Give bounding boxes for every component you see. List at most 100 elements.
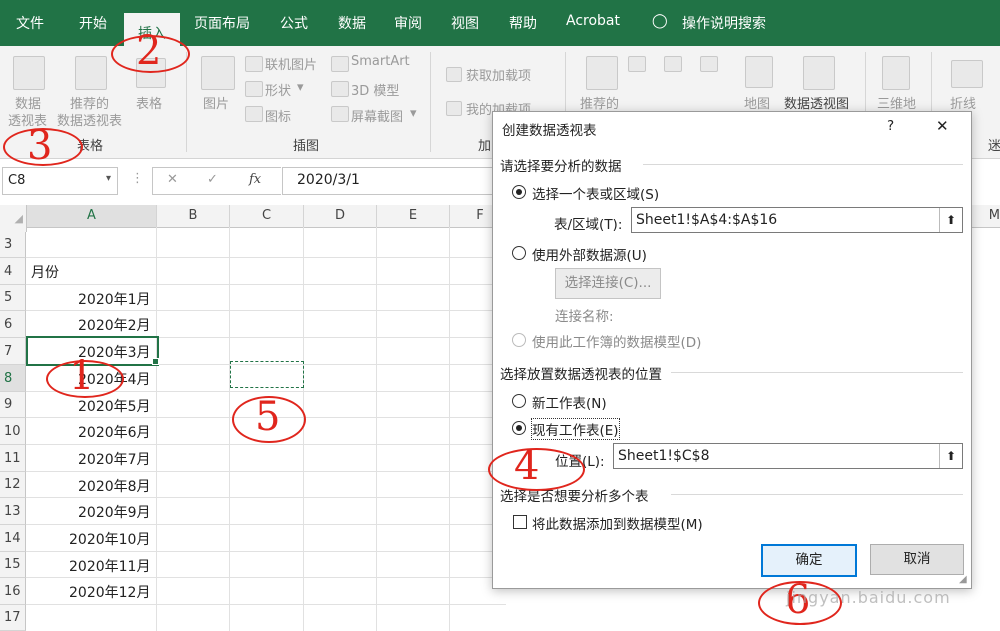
recommended-charts-button[interactable]: 推荐的 [580, 93, 619, 112]
radio-new-worksheet[interactable] [512, 394, 526, 408]
menu-data[interactable]: 数据 [338, 13, 366, 33]
ok-button[interactable]: 确定 [761, 544, 857, 577]
menu-acrobat[interactable]: Acrobat [566, 13, 620, 29]
close-icon[interactable]: ✕ [936, 117, 949, 135]
cell-a6[interactable]: 2020年2月 [78, 315, 151, 335]
radio-external-source[interactable] [512, 246, 526, 260]
formula-value: 2020/3/1 [297, 172, 360, 188]
radio-external-source-label[interactable]: 使用外部数据源(U) [532, 244, 647, 264]
row-header-15[interactable]: 15 [0, 552, 26, 578]
grid-line [26, 551, 506, 552]
more-icon: ⋮ [131, 171, 144, 186]
resize-grip-icon[interactable]: ◢ [959, 574, 967, 585]
formula-input[interactable]: 2020/3/1 [282, 167, 494, 195]
radio-data-model[interactable] [512, 333, 526, 347]
map-button[interactable]: 地图 [744, 93, 770, 112]
fill-handle[interactable] [152, 358, 159, 365]
recommended-charts-icon [586, 56, 618, 90]
column-header-a[interactable]: A [27, 205, 157, 228]
model-3d-button[interactable]: 3D 模型 [351, 80, 399, 99]
choose-connection-button[interactable]: 选择连接(C)... [555, 268, 661, 299]
row-header-6[interactable]: 6 [0, 311, 26, 338]
row-header-5[interactable]: 5 [0, 285, 26, 311]
chevron-down-icon[interactable]: ▾ [106, 173, 111, 184]
menu-formulas[interactable]: 公式 [280, 13, 308, 33]
picture-button[interactable]: 图片 [203, 93, 229, 112]
cancel-button[interactable]: 取消 [870, 544, 964, 575]
row-header-14[interactable]: 14 [0, 525, 26, 552]
radio-existing-worksheet-label[interactable]: 现有工作表(E) [531, 418, 620, 440]
get-addins-button[interactable]: 获取加载项 [466, 65, 531, 84]
cell-a9[interactable]: 2020年5月 [78, 396, 151, 416]
menu-home[interactable]: 开始 [79, 13, 107, 33]
row-header-11[interactable]: 11 [0, 445, 26, 472]
radio-new-worksheet-label[interactable]: 新工作表(N) [532, 392, 607, 412]
cell-a11[interactable]: 2020年7月 [78, 449, 151, 469]
enter-icon[interactable]: ✓ [207, 172, 218, 187]
grid-line [26, 444, 506, 445]
table-button[interactable]: 表格 [136, 93, 162, 112]
grid-line [303, 227, 304, 631]
row-header-13[interactable]: 13 [0, 498, 26, 525]
row-header-16[interactable]: 16 [0, 578, 26, 605]
menu-review[interactable]: 审阅 [394, 13, 422, 33]
row-header-10[interactable]: 10 [0, 418, 26, 445]
row-header-7[interactable]: 7 [0, 338, 26, 365]
range-collapse-icon[interactable]: ⬆ [939, 208, 962, 232]
target-cell-marquee [230, 361, 304, 388]
column-header-e[interactable]: E [377, 205, 450, 228]
radio-data-model-label[interactable]: 使用此工作簿的数据模型(D) [532, 331, 701, 351]
location-collapse-icon[interactable]: ⬆ [939, 444, 962, 468]
menu-view[interactable]: 视图 [451, 13, 479, 33]
smartart-button[interactable]: SmartArt [351, 54, 410, 69]
screenshot-button[interactable]: 屏幕截图 [351, 106, 403, 125]
recommended-pivot-label-2[interactable]: 数据透视表 [57, 110, 122, 129]
cancel-icon[interactable]: ✕ [167, 172, 178, 187]
menu-help[interactable]: 帮助 [509, 13, 537, 33]
row-header-8[interactable]: 8 [0, 365, 26, 392]
lightbulb-icon: ◯ [652, 13, 668, 29]
column-header-d[interactable]: D [304, 205, 377, 228]
cell-a10[interactable]: 2020年6月 [78, 422, 151, 442]
select-all-corner[interactable]: ◢ [0, 205, 27, 228]
cell-a15[interactable]: 2020年11月 [69, 556, 150, 576]
radio-select-range[interactable] [512, 185, 526, 199]
grid-line [26, 257, 506, 258]
grid-line [26, 577, 506, 578]
add-to-model-checkbox[interactable] [513, 515, 527, 529]
cell-a5[interactable]: 2020年1月 [78, 289, 151, 309]
help-button[interactable]: ? [887, 118, 894, 134]
column-header-b[interactable]: B [157, 205, 230, 228]
tell-me-search[interactable]: 操作说明搜索 [682, 13, 766, 33]
row-header-3[interactable]: 3 [0, 232, 26, 258]
row-header-12[interactable]: 12 [0, 472, 26, 498]
name-box[interactable]: C8 ▾ [2, 167, 118, 195]
icons-button[interactable]: 图标 [265, 106, 291, 125]
radio-existing-worksheet[interactable] [512, 421, 526, 435]
grid-line [229, 227, 230, 631]
grid-line [26, 310, 506, 311]
group-addins-label: 加 [478, 139, 492, 154]
cell-a14[interactable]: 2020年10月 [69, 529, 150, 549]
map-3d-button[interactable]: 三维地 [877, 93, 916, 112]
menu-page-layout[interactable]: 页面布局 [194, 13, 250, 33]
location-input[interactable]: Sheet1!$C$8 [613, 443, 963, 469]
function-icon[interactable]: fx [249, 172, 261, 187]
shapes-button[interactable]: 形状 [265, 80, 291, 99]
cell-a4[interactable]: 月份 [31, 262, 59, 282]
column-header-c[interactable]: C [230, 205, 304, 228]
row-header-17[interactable]: 17 [0, 605, 26, 631]
range-input[interactable]: Sheet1!$A$4:$A$16 [631, 207, 963, 233]
cell-a16[interactable]: 2020年12月 [69, 582, 150, 602]
menu-file[interactable]: 文件 [16, 13, 44, 33]
pivot-chart-button[interactable]: 数据透视图 [784, 93, 849, 112]
cell-a13[interactable]: 2020年9月 [78, 502, 151, 522]
add-to-model-label[interactable]: 将此数据添加到数据模型(M) [532, 513, 703, 533]
row-header-9[interactable]: 9 [0, 392, 26, 418]
cell-a12[interactable]: 2020年8月 [78, 476, 151, 496]
row-header-4[interactable]: 4 [0, 258, 26, 285]
line-sparkline-button[interactable]: 折线 [950, 93, 976, 112]
radio-select-range-label[interactable]: 选择一个表或区域(S) [532, 183, 659, 203]
online-picture-button[interactable]: 联机图片 [265, 54, 317, 73]
column-header-m[interactable]: M [970, 205, 1000, 228]
